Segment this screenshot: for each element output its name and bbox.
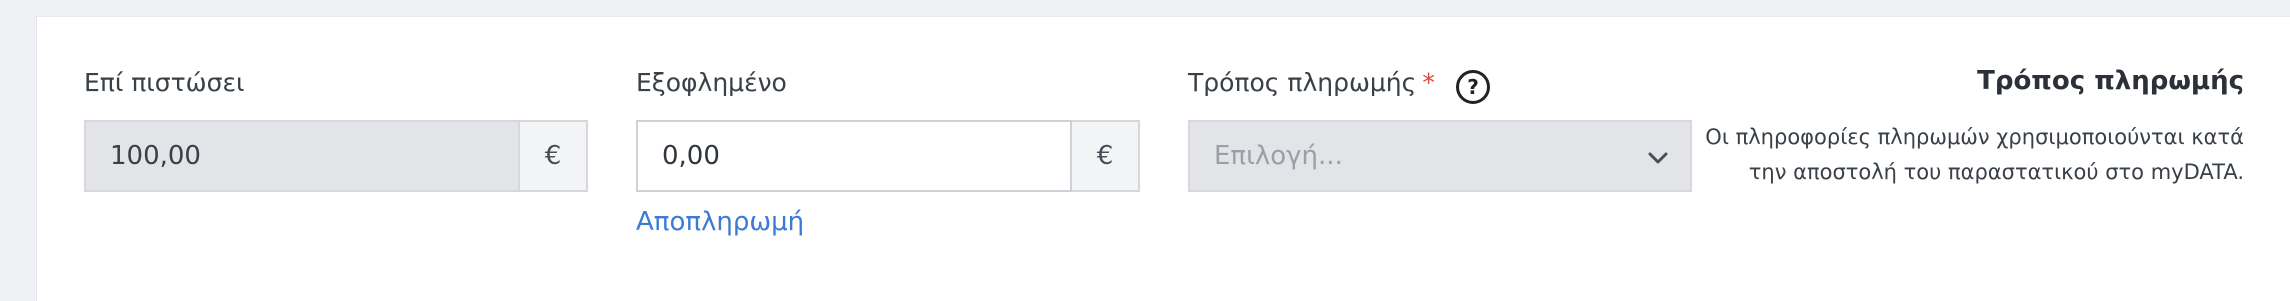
paid-amount-input[interactable]	[662, 141, 1070, 171]
chevron-down-icon	[1648, 152, 1668, 164]
required-asterisk: *	[1422, 68, 1435, 97]
credit-label: Επί πιστώσει	[84, 68, 245, 97]
credit-amount-value: 100,00	[110, 141, 201, 171]
paid-input-group: €	[636, 120, 1140, 192]
help-icon[interactable]: ?	[1456, 70, 1490, 104]
credit-input-group: 100,00 €	[84, 120, 588, 192]
paid-amount-field[interactable]	[636, 120, 1072, 192]
credit-currency-addon: €	[520, 120, 588, 192]
payment-method-select[interactable]: Επιλογή...	[1188, 120, 1692, 192]
repayment-link[interactable]: Αποπληρωμή	[636, 207, 804, 237]
paid-currency-addon: €	[1072, 120, 1140, 192]
payment-method-label-text: Τρόπος πληρωμής	[1188, 68, 1417, 97]
paid-label: Εξοφλημένο	[636, 68, 787, 97]
payment-method-placeholder: Επιλογή...	[1214, 141, 1343, 171]
info-text: Οι πληροφορίες πληρωμών χρησιμοποιούνται…	[1705, 125, 2244, 184]
info-title: Τρόπος πληρωμής	[1977, 66, 2244, 96]
credit-amount-field: 100,00	[84, 120, 520, 192]
payment-method-label: Τρόπος πληρωμής *	[1188, 68, 1435, 97]
